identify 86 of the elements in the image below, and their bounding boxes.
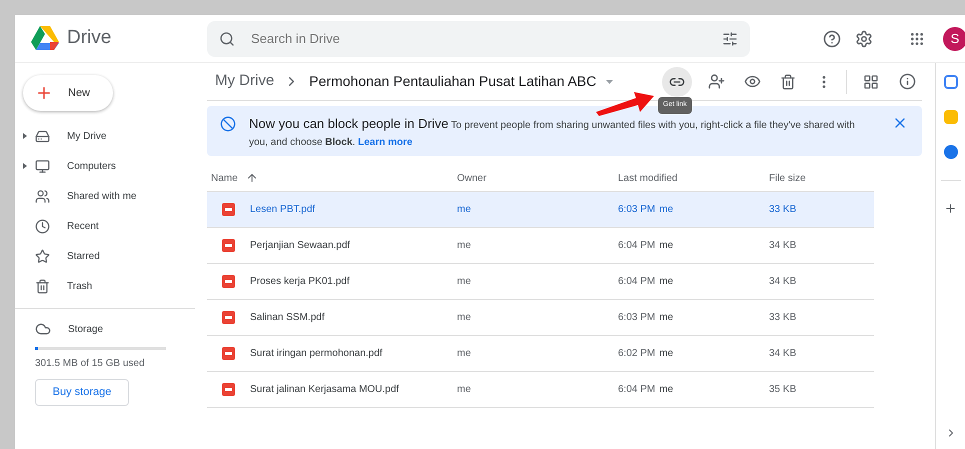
owner-cell: me [457,276,471,287]
modified-time: 6:03 PM [618,311,656,325]
column-header: Last modified [618,172,678,184]
folder-title[interactable]: Permohonan Pentauliahan Pusat Latihan ABC [309,71,596,92]
trash-icon [35,278,50,294]
storage-usage: 301.5 MB of 15 GB used [35,357,146,371]
size-cell: 35 KB [769,384,796,395]
search-icon [219,30,235,46]
pointer-arrow-icon [596,92,654,116]
avatar[interactable]: S [943,26,965,50]
size-cell: 34 KB [769,348,796,359]
apps-icon[interactable] [909,30,925,46]
cloud-icon [35,321,51,337]
pdf-file-icon [222,275,235,288]
sidebar-item[interactable]: My Drive [15,121,195,151]
plus-icon [35,84,53,102]
storage-label: Storage [68,322,104,336]
banner-message: Now you can block people in Drive To prevent people from sharing unwanted files with you, right-click a file they've shared with you, and choose Block. Learn more [249,115,856,150]
sidebar-item[interactable]: Shared with me [15,181,195,211]
pdf-file-icon [222,347,235,360]
file-name: Surat iringan permohonan.pdf [250,347,382,361]
owner-cell: me [457,312,471,323]
modified-by: me [659,275,674,289]
column-header: File size [769,172,806,184]
filter-icon[interactable] [722,30,738,46]
sidebar-item[interactable]: Starred [15,241,195,271]
learn-more-link[interactable]: Learn more [358,137,412,148]
people-icon [35,188,50,204]
file-name: Surat jalinan Kerjasama MOU.pdf [250,383,399,397]
dropdown-caret-icon[interactable] [606,80,614,84]
file-row[interactable]: Lesen PBT.pdf me 6:03 PM me 33 KB [207,192,874,228]
expand-arrow-icon[interactable] [23,163,27,169]
buy-storage-button[interactable]: Buy storage [35,379,129,406]
pdf-file-icon [222,239,235,252]
share-icon[interactable] [708,73,725,90]
app-name: Drive [67,26,112,50]
computer-icon [35,158,50,174]
info-icon[interactable] [899,73,916,90]
settings-icon[interactable] [855,30,873,48]
new-button[interactable]: New [23,75,113,111]
block-icon [220,116,236,132]
star-icon [35,248,50,264]
grid-view-icon[interactable] [863,74,879,90]
modified-time: 6:04 PM [618,383,656,397]
owner-cell: me [457,384,471,395]
column-header[interactable]: Name [211,170,238,186]
modified-time: 6:04 PM [618,275,656,289]
modified-time: 6:02 PM [618,347,656,361]
drive-icon [35,128,50,144]
preview-icon[interactable] [744,73,761,90]
pdf-file-icon [222,311,235,324]
help-icon[interactable] [823,30,841,48]
pdf-file-icon [222,203,235,216]
search-input[interactable]: Search in Drive [251,28,706,48]
expand-arrow-icon[interactable] [23,133,27,139]
file-name: Perjanjian Sewaan.pdf [250,239,350,253]
modified-by: me [659,347,674,361]
modified-time: 6:04 PM [618,239,656,253]
modified-by: me [659,239,674,253]
modified-by: me [659,311,674,325]
file-name: Salinan SSM.pdf [250,311,324,325]
file-name: Lesen PBT.pdf [250,203,316,217]
size-cell: 34 KB [769,240,796,251]
drive-logo-icon [31,26,59,51]
sort-arrow-icon[interactable] [246,172,258,184]
size-cell: 33 KB [769,312,796,323]
sidebar-item[interactable]: Trash [15,271,195,301]
modified-by: me [659,383,674,397]
sidebar-item[interactable]: Computers [15,151,195,181]
modified-time: 6:03 PM [618,203,656,217]
size-cell: 34 KB [769,276,796,287]
delete-icon[interactable] [780,74,796,90]
owner-cell: me [457,240,471,251]
search-bar[interactable]: Search in Drive [207,20,750,56]
sidebar-item[interactable]: Recent [15,211,195,241]
column-header: Owner [457,172,486,184]
file-name: Proses kerja PK01.pdf [250,275,350,289]
owner-cell: me [457,348,471,359]
pdf-file-icon [222,383,235,396]
owner-cell: me [457,204,471,215]
get-link-button[interactable] [662,66,692,96]
size-cell: 33 KB [769,204,796,215]
modified-by: me [659,203,674,217]
add-icon[interactable] [944,202,957,215]
clock-icon [35,218,50,234]
breadcrumb-link[interactable]: My Drive [215,70,274,93]
